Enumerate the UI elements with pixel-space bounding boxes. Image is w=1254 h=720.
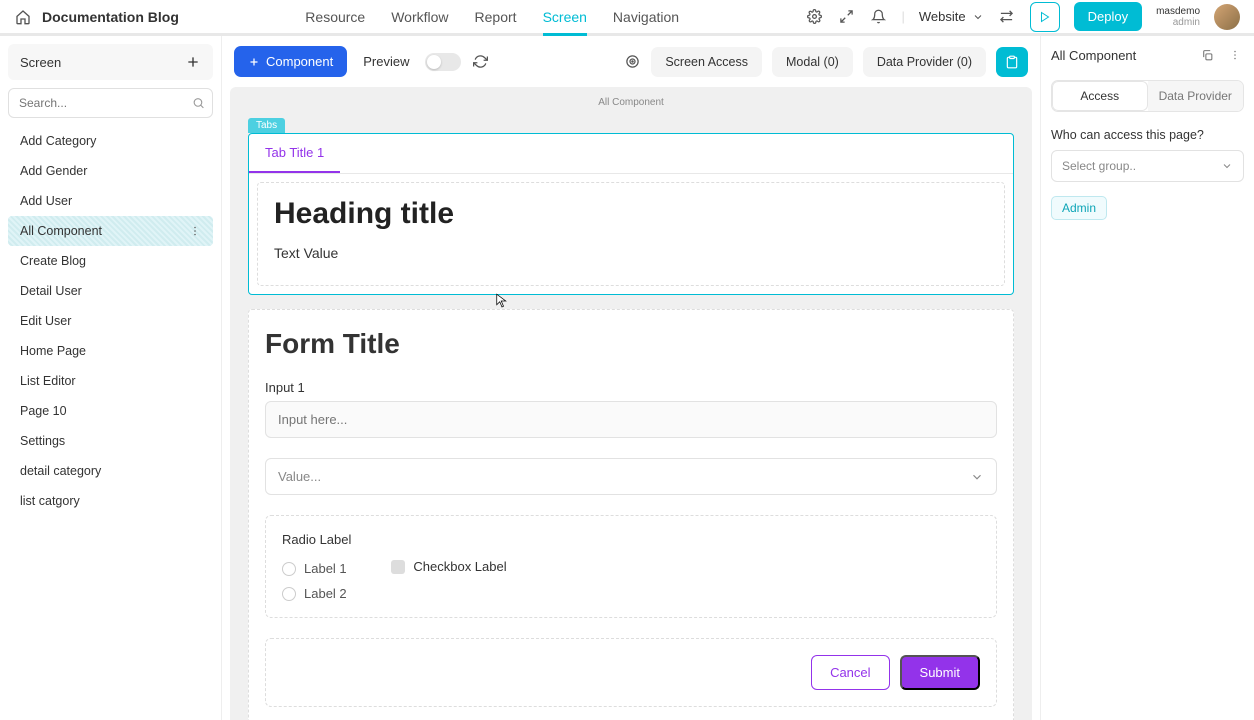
sidebar-list: Add Category Add Gender Add User All Com… [8, 126, 213, 712]
sidebar-item[interactable]: Page 10 [8, 396, 213, 426]
data-provider-button[interactable]: Data Provider (0) [863, 47, 986, 77]
checkbox-option[interactable]: Checkbox Label [391, 559, 506, 574]
search-icon [192, 97, 205, 110]
preview-toggle[interactable] [425, 53, 461, 71]
access-chip-admin[interactable]: Admin [1051, 196, 1107, 220]
canvas-breadcrumb: All Component [230, 93, 1032, 116]
sidebar-item[interactable]: Edit User [8, 306, 213, 336]
swap-icon[interactable] [998, 8, 1016, 26]
canvas: All Component Tabs Tab Title 1 Heading t… [230, 87, 1032, 720]
access-question: Who can access this page? [1051, 128, 1244, 142]
sidebar-item[interactable]: Add Gender [8, 156, 213, 186]
sidebar-item[interactable]: All Component [8, 216, 213, 246]
radio-group-label: Radio Label [282, 532, 351, 547]
heading-component[interactable]: Heading title [274, 197, 988, 231]
radio-option[interactable]: Label 2 [282, 586, 351, 601]
home-icon[interactable] [14, 8, 32, 26]
topbar: Documentation Blog Resource Workflow Rep… [0, 0, 1254, 36]
add-screen-button[interactable] [185, 54, 201, 70]
tabs-component[interactable]: Tab Title 1 Heading title Text Value [248, 133, 1014, 295]
add-component-button[interactable]: Component [234, 46, 347, 77]
copy-icon[interactable] [1198, 46, 1216, 64]
sidebar-item[interactable]: Add User [8, 186, 213, 216]
sidebar-item[interactable]: Settings [8, 426, 213, 456]
modal-button[interactable]: Modal (0) [772, 47, 853, 77]
sidebar-header: Screen [8, 44, 213, 80]
select-group[interactable]: Select group.. [1051, 150, 1244, 182]
radio-option[interactable]: Label 1 [282, 561, 351, 576]
tabs-badge: Tabs [248, 118, 285, 133]
sidebar: Screen Add Category Add Gender Add User … [0, 36, 222, 720]
gear-icon[interactable] [806, 8, 824, 26]
select-field[interactable]: Value... [265, 458, 997, 495]
right-title: All Component [1051, 48, 1136, 63]
form-component[interactable]: Form Title Input 1 Value... Radio Label … [248, 309, 1014, 720]
expand-icon[interactable] [838, 8, 856, 26]
form-title: Form Title [265, 328, 997, 360]
play-button[interactable] [1030, 2, 1060, 32]
nav-workflow[interactable]: Workflow [391, 0, 448, 33]
chevron-down-icon [1221, 160, 1233, 172]
tab-1[interactable]: Tab Title 1 [249, 134, 340, 173]
sidebar-item[interactable]: list catgory [8, 486, 213, 516]
clipboard-button[interactable] [996, 47, 1028, 77]
nav-resource[interactable]: Resource [305, 0, 365, 33]
chevron-down-icon [970, 470, 984, 484]
nav-navigation[interactable]: Navigation [613, 0, 679, 33]
user-label: masdemo admin [1156, 6, 1200, 28]
sidebar-item[interactable]: Add Category [8, 126, 213, 156]
target-icon[interactable] [623, 53, 641, 71]
more-icon[interactable] [1226, 46, 1244, 64]
center-panel: Component Preview Screen Access Modal (0… [222, 36, 1040, 720]
more-icon[interactable] [189, 225, 201, 237]
toolbar: Component Preview Screen Access Modal (0… [222, 36, 1040, 87]
preview-button[interactable]: Preview [357, 54, 415, 69]
sidebar-item[interactable]: Create Blog [8, 246, 213, 276]
chevron-down-icon [972, 11, 984, 23]
sidebar-item[interactable]: Home Page [8, 336, 213, 366]
submit-button[interactable]: Submit [900, 655, 980, 690]
cancel-button[interactable]: Cancel [811, 655, 889, 690]
screen-access-button[interactable]: Screen Access [651, 47, 762, 77]
sidebar-item[interactable]: detail category [8, 456, 213, 486]
sidebar-item[interactable]: Detail User [8, 276, 213, 306]
app-title: Documentation Blog [42, 9, 179, 25]
properties-panel: All Component Access Data Provider Who c… [1040, 36, 1254, 720]
nav-screen[interactable]: Screen [543, 0, 587, 33]
tab-data-provider[interactable]: Data Provider [1148, 81, 1244, 111]
avatar[interactable] [1214, 4, 1240, 30]
website-dropdown[interactable]: Website [919, 9, 984, 24]
search-input[interactable] [8, 88, 213, 118]
sidebar-title: Screen [20, 55, 61, 70]
input1-label: Input 1 [265, 380, 997, 395]
top-nav: Resource Workflow Report Screen Navigati… [189, 0, 796, 33]
tab-access[interactable]: Access [1052, 81, 1148, 111]
radio-checkbox-group: Radio Label Label 1 Label 2 Checkbox Lab… [265, 515, 997, 618]
form-actions: Cancel Submit [265, 638, 997, 707]
right-tabs: Access Data Provider [1051, 80, 1244, 112]
bell-icon[interactable] [870, 8, 888, 26]
input1-field[interactable] [265, 401, 997, 438]
text-component[interactable]: Text Value [274, 245, 988, 261]
deploy-button[interactable]: Deploy [1074, 2, 1142, 31]
sidebar-item[interactable]: List Editor [8, 366, 213, 396]
website-label: Website [919, 9, 966, 24]
refresh-icon[interactable] [471, 53, 489, 71]
nav-report[interactable]: Report [475, 0, 517, 33]
